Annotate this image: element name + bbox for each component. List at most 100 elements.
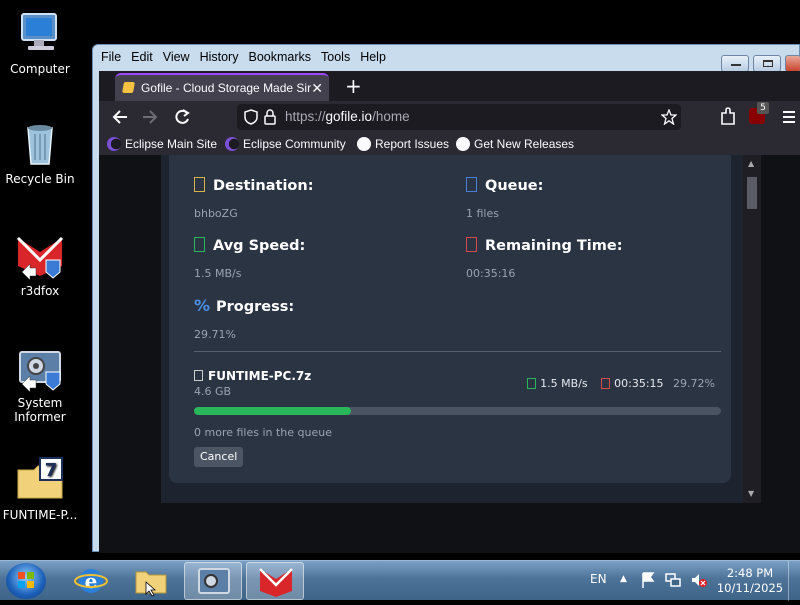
lock-icon[interactable] [263,109,277,125]
taskbar: e EN ▲ 2:48 PM 10/11/2025 [0,560,800,601]
queue-value: 1 files [466,207,499,220]
bookmark-report-issues[interactable]: Report Issues [357,133,449,155]
menu-history[interactable]: History [200,47,239,67]
menu-file[interactable]: File [101,47,121,67]
maximize-button[interactable] [753,55,781,72]
reload-icon [175,109,190,124]
page-content: Destination: bhboZG Queue: 1 files Avg S… [99,155,800,553]
desktop-icon-label: FUNTIME-P... [2,508,78,522]
timer-icon [466,237,477,252]
app-menu-button[interactable] [781,105,797,136]
github-icon [456,137,470,151]
stat-destination: Destination: bhboZG [194,177,454,220]
folder-icon [194,177,205,192]
desktop-icon-label: Computer [10,62,70,76]
desktop-icon-r3dfox[interactable]: r3dfox [0,232,80,298]
tab-gofile[interactable]: Gofile - Cloud Storage Made Sir ✕ [115,73,329,101]
bookmark-star-icon[interactable] [661,109,677,125]
menu-tools[interactable]: Tools [321,47,350,67]
queue-note: 0 more files in the queue [194,426,332,439]
upload-panel: Destination: bhboZG Queue: 1 files Avg S… [169,155,731,483]
system-informer-icon [16,344,64,393]
menu-bookmarks[interactable]: Bookmarks [248,47,311,67]
start-button[interactable] [6,563,46,599]
network-icon[interactable] [664,571,682,589]
desktop-icon-label: System Informer [14,396,66,424]
back-button[interactable] [111,105,129,136]
close-window-button[interactable] [785,55,800,72]
cancel-button[interactable]: Cancel [194,447,244,467]
extensions-button[interactable] [719,105,737,136]
browser-window: File Edit View History Bookmarks Tools H… [92,44,800,553]
page-scrollbar[interactable]: ▲ ▼ [743,155,761,503]
github-icon [357,137,371,151]
file-remaining: 00:35:15 [614,377,664,390]
svg-text:e: e [85,569,98,593]
volume-muted-icon[interactable] [690,571,708,589]
desktop-icon-recycle-bin[interactable]: Recycle Bin [0,120,80,186]
url-bar[interactable]: https://gofile.io/home [237,104,681,130]
speed-icon [527,378,537,389]
language-indicator[interactable]: EN [590,572,607,586]
svg-text:7: 7 [45,460,58,481]
desktop: Computer Recycle Bin r3dfox System Infor… [0,0,800,560]
desktop-icon-system-informer[interactable]: System Informer [0,344,80,424]
reload-button[interactable] [173,105,191,136]
eclipse-icon [107,137,121,151]
scroll-up-icon[interactable]: ▲ [748,159,754,168]
desktop-icon-archive[interactable]: 7 FUNTIME-P... [0,456,80,522]
forward-button[interactable] [141,105,159,136]
bookmark-eclipse-main[interactable]: Eclipse Main Site [107,133,217,155]
file-icon [194,370,203,381]
tab-strip: Gofile - Cloud Storage Made Sir ✕ + [99,71,800,101]
browser-chrome: Gofile - Cloud Storage Made Sir ✕ + http… [99,71,800,553]
divider [194,351,721,352]
url-text[interactable]: https://gofile.io/home [285,104,410,130]
scroll-down-icon[interactable]: ▼ [748,489,754,498]
eclipse-icon [225,137,239,151]
forward-arrow-icon [143,110,158,124]
ublock-badge: 5 [757,102,769,114]
stat-avg-speed: Avg Speed: 1.5 MB/s [194,237,454,280]
menu-edit[interactable]: Edit [131,47,153,67]
tab-title: Gofile - Cloud Storage Made Sir [141,81,312,95]
clock-date: 10/11/2025 [716,581,784,595]
taskbar-internet-explorer[interactable]: e [62,562,120,600]
new-tab-button[interactable]: + [345,75,362,97]
menu-help[interactable]: Help [360,47,386,67]
folder-icon [135,571,167,597]
puzzle-icon [721,107,735,125]
progress-value: 29.71% [194,328,236,341]
bookmarks-toolbar: Eclipse Main Site Eclipse Community Repo… [99,133,800,155]
show-hidden-icons-button[interactable]: ▲ [620,574,627,584]
archive-7z-icon: 7 [16,456,64,504]
progress-bar-fill [194,407,351,415]
menu-bar: File Edit View History Bookmarks Tools H… [101,47,396,67]
computer-icon [16,10,64,58]
action-center-flag-icon[interactable] [640,571,656,589]
close-tab-icon[interactable]: ✕ [311,75,323,101]
r3dfox-icon [16,232,64,281]
minimize-button[interactable] [721,55,749,72]
ublock-button[interactable]: 5 [749,102,769,124]
internet-explorer-icon: e [74,569,108,593]
taskbar-system-informer[interactable] [184,562,242,600]
stat-remaining-time: Remaining Time: 00:35:16 [466,237,726,280]
menu-view[interactable]: View [163,47,190,67]
bookmark-get-new-releases[interactable]: Get New Releases [456,133,574,155]
bookmark-eclipse-community[interactable]: Eclipse Community [225,133,346,155]
clock[interactable]: 2:48 PM 10/11/2025 [712,566,788,596]
file-stats: 1.5 MB/s 00:35:15 29.72% [521,377,715,390]
desktop-icon-computer[interactable]: Computer [0,10,80,76]
navigation-bar: https://gofile.io/home 5 [99,101,800,133]
desktop-icon-label: Recycle Bin [5,172,75,186]
taskbar-file-explorer[interactable] [122,562,180,600]
percent-icon: % [194,296,211,315]
queue-icon [466,177,477,192]
avg-speed-value: 1.5 MB/s [194,267,242,280]
shield-icon[interactable] [243,109,259,125]
show-desktop-button[interactable] [788,561,800,601]
taskbar-r3dfox[interactable] [246,562,304,600]
back-arrow-icon [112,110,127,124]
scroll-thumb[interactable] [747,177,757,209]
